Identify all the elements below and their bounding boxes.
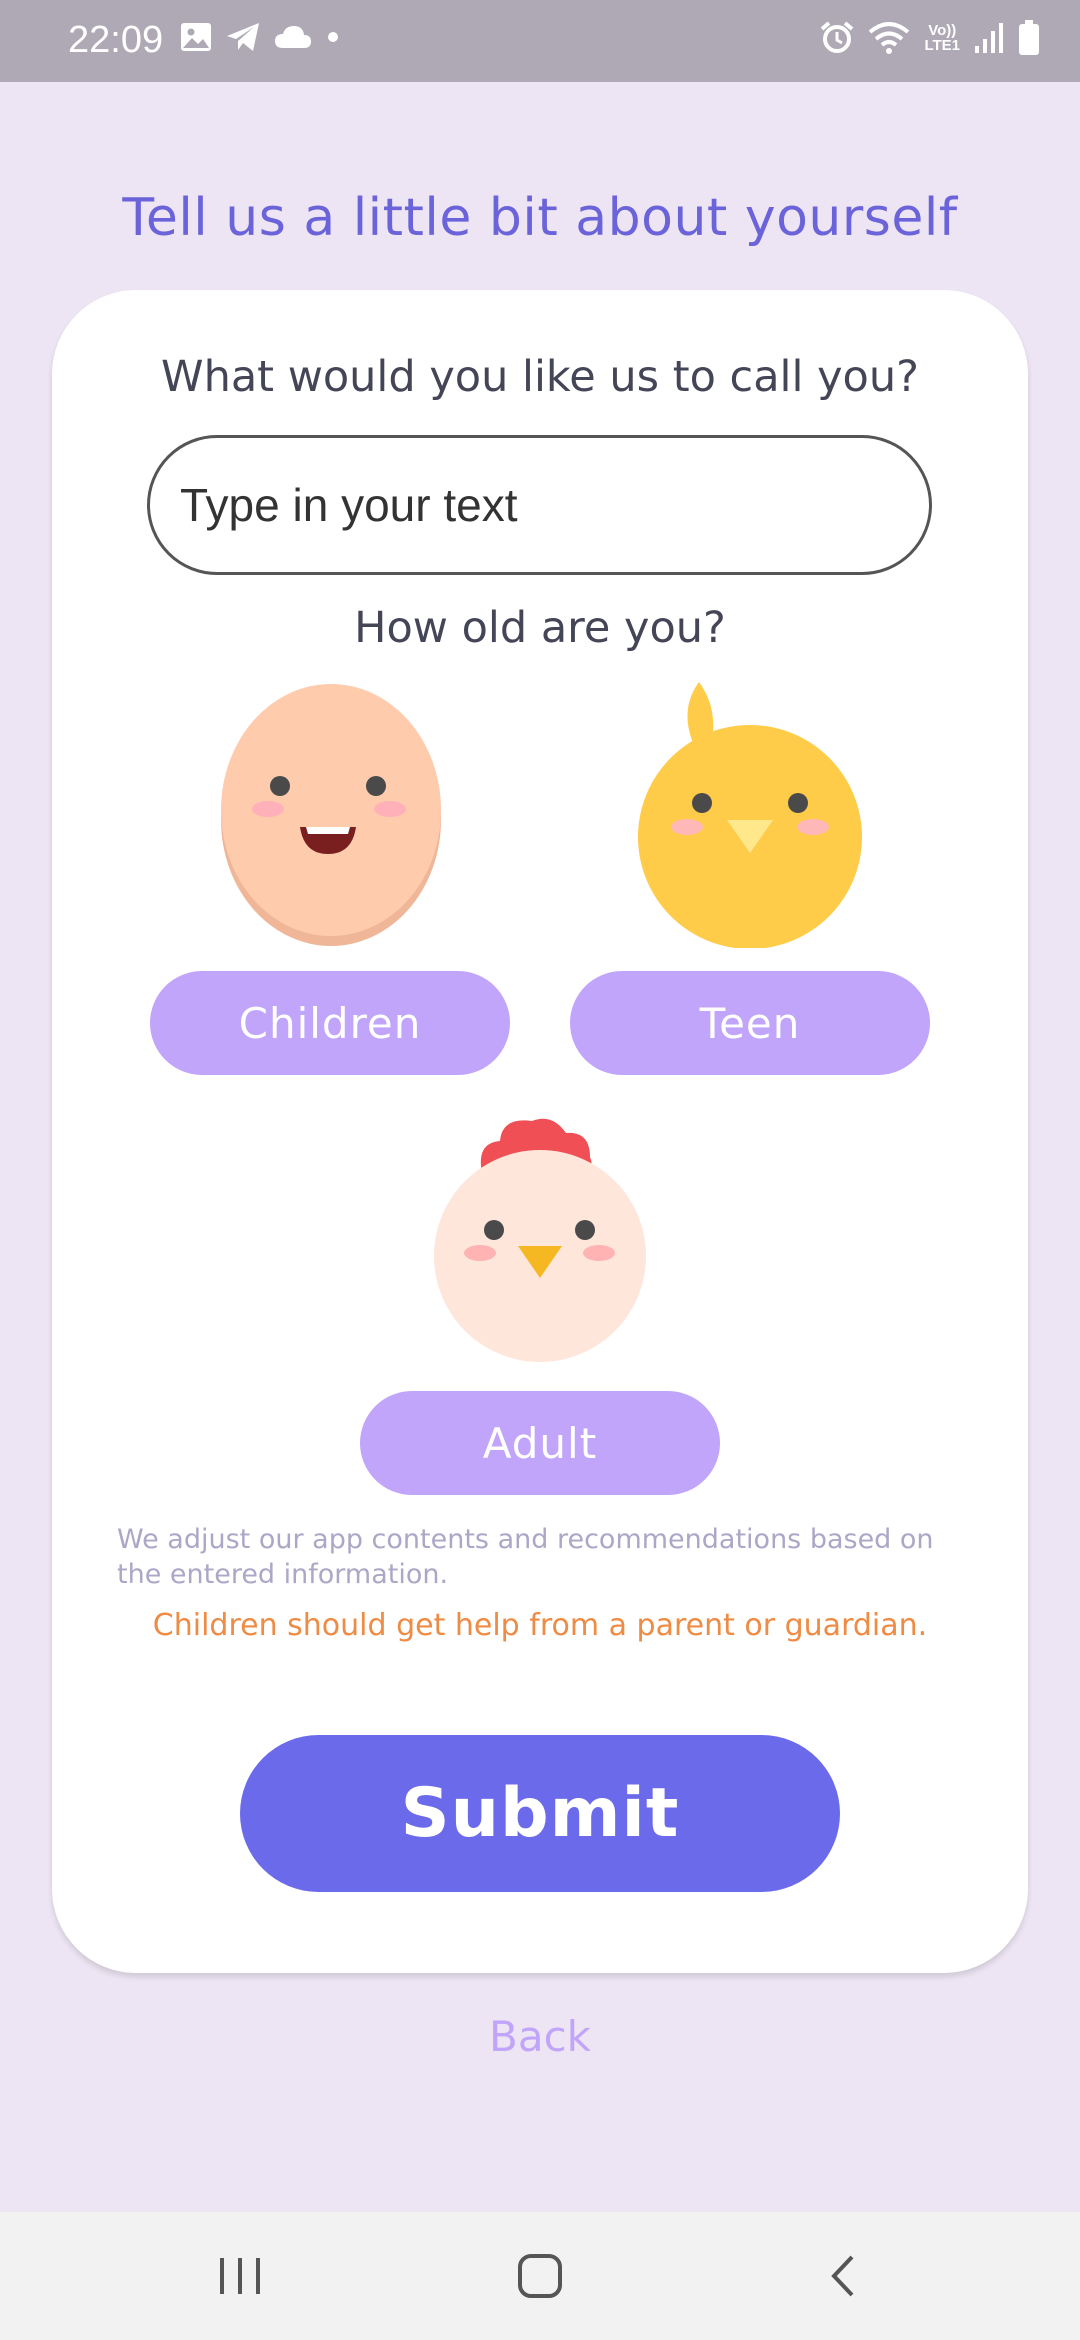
wifi-icon bbox=[869, 22, 910, 54]
signal-icon bbox=[975, 23, 1003, 53]
home-button[interactable] bbox=[460, 2212, 620, 2340]
teen-button[interactable]: Teen bbox=[570, 971, 930, 1075]
status-left-icons bbox=[180, 22, 340, 52]
home-icon bbox=[518, 2254, 562, 2298]
telegram-icon bbox=[227, 23, 259, 51]
page-title: Tell us a little bit about yourself bbox=[122, 188, 958, 248]
recents-button[interactable] bbox=[160, 2212, 320, 2340]
guardian-warning: Children should get help from a parent o… bbox=[152, 1608, 928, 1643]
nav-back-button[interactable] bbox=[763, 2212, 923, 2340]
name-question: What would you like us to call you? bbox=[161, 352, 919, 402]
battery-icon bbox=[1019, 20, 1039, 55]
status-time: 22:09 bbox=[68, 19, 164, 61]
submit-button[interactable]: Submit bbox=[240, 1735, 840, 1892]
info-note: We adjust our app contents and recommend… bbox=[117, 1524, 934, 1590]
cloud-icon bbox=[275, 26, 311, 48]
dot-icon bbox=[328, 32, 338, 42]
children-button[interactable]: Children bbox=[150, 971, 510, 1075]
status-bar: 22:09 Vo)) LTE1 bbox=[0, 0, 1080, 82]
recents-icon bbox=[220, 2258, 260, 2294]
age-question: How old are you? bbox=[354, 603, 726, 653]
back-link[interactable]: Back bbox=[0, 2012, 1080, 2061]
chick-icon[interactable] bbox=[637, 682, 863, 948]
status-right-icons: Vo)) LTE1 bbox=[820, 20, 1040, 56]
profile-card: What would you like us to call you? How … bbox=[52, 290, 1028, 1973]
adult-button[interactable]: Adult bbox=[360, 1391, 720, 1495]
back-icon bbox=[831, 2255, 854, 2297]
egg-face-icon[interactable] bbox=[218, 682, 444, 948]
chicken-icon[interactable] bbox=[432, 1113, 648, 1368]
name-input[interactable] bbox=[147, 435, 932, 575]
navigation-bar bbox=[0, 2212, 1080, 2340]
alarm-icon bbox=[821, 21, 854, 53]
image-icon bbox=[181, 23, 211, 51]
volte-icon: Vo)) LTE1 bbox=[924, 22, 960, 54]
